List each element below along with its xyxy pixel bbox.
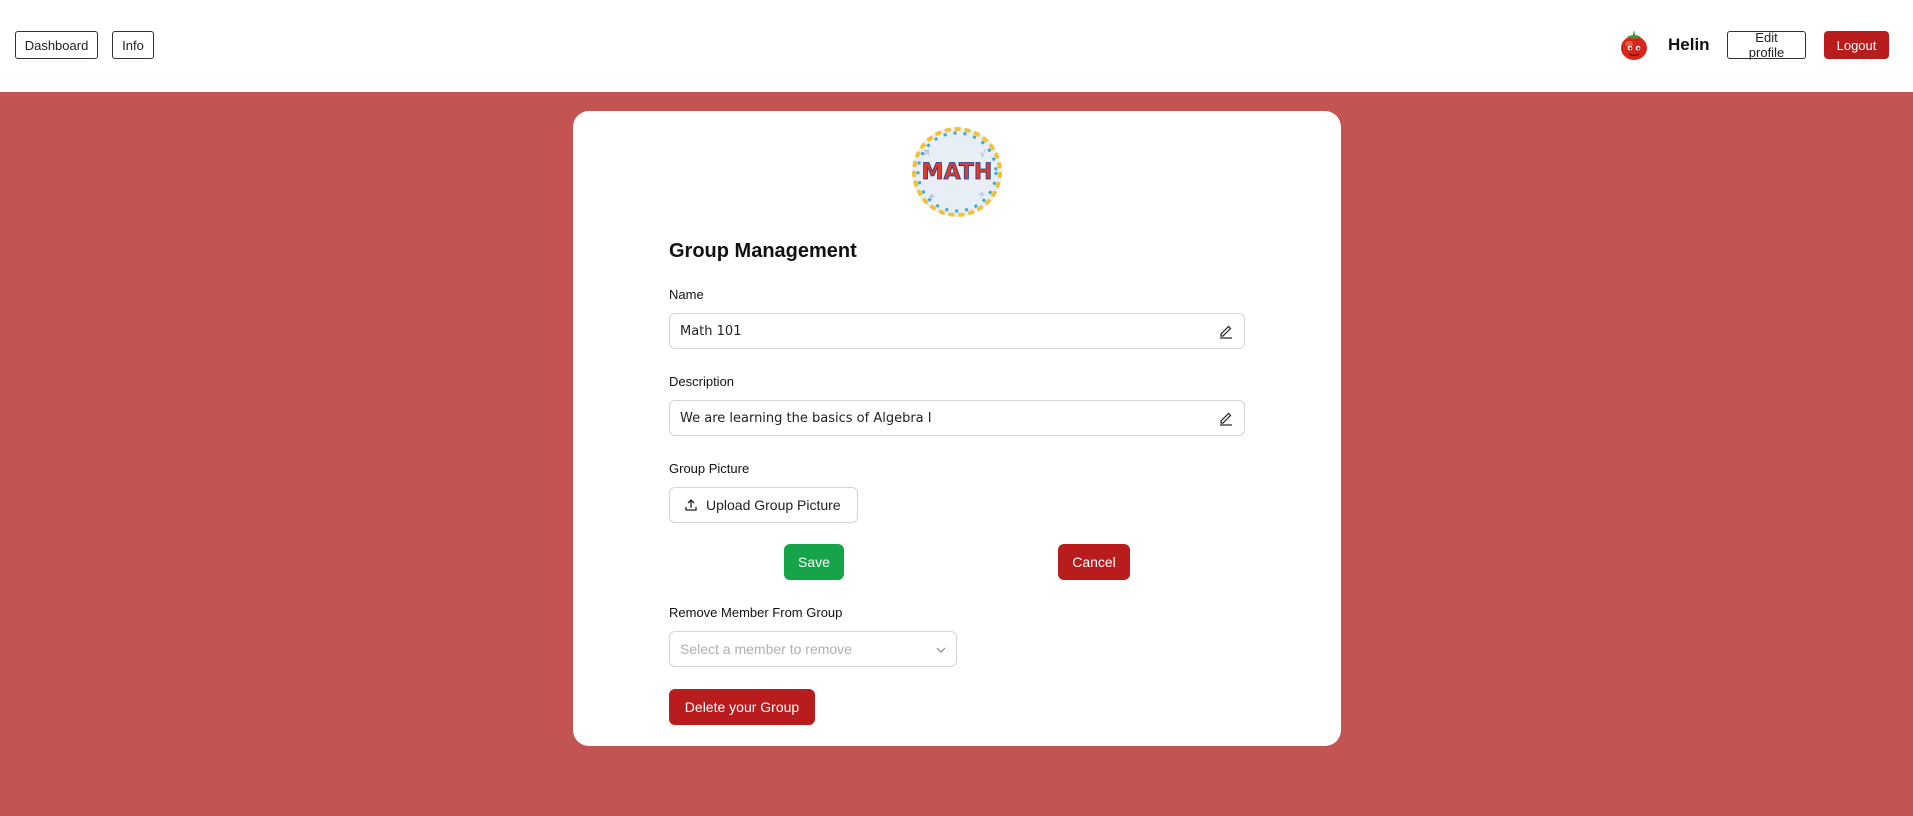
svg-text:+: + <box>928 192 936 202</box>
username: Helin <box>1668 35 1710 54</box>
description-label: Description <box>669 374 735 389</box>
group-description-field[interactable]: We are learning the basics of Algebra I <box>669 400 1245 436</box>
svg-text:π: π <box>924 148 930 158</box>
save-button[interactable]: Save <box>784 544 844 580</box>
info-button[interactable]: Info <box>112 31 154 59</box>
top-navigation-bar: Dashboard Info Helin Edit profile Logout <box>0 0 1913 92</box>
chevron-down-icon <box>936 647 946 653</box>
svg-text:√: √ <box>980 149 986 160</box>
delete-group-button[interactable]: Delete your Group <box>669 689 815 725</box>
page-title: Group Management <box>669 240 857 262</box>
remove-member-select[interactable]: Select a member to remove <box>669 631 957 667</box>
group-name-field[interactable]: Math 101 <box>669 313 1245 349</box>
group-picture-label: Group Picture <box>669 461 750 476</box>
cancel-button[interactable]: Cancel <box>1058 544 1130 580</box>
dashboard-button[interactable]: Dashboard <box>15 31 98 59</box>
svg-text:MATH: MATH <box>922 160 993 185</box>
upload-group-picture-button[interactable]: Upload Group Picture <box>669 487 858 523</box>
edit-icon[interactable] <box>1218 411 1234 427</box>
group-management-card: π √ + ÷ MATH Group Management Name Math … <box>573 111 1341 746</box>
group-name-value: Math 101 <box>680 323 742 339</box>
group-description-value: We are learning the basics of Algebra I <box>680 410 932 426</box>
math-group-picture: π √ + ÷ MATH <box>912 127 1002 217</box>
remove-member-placeholder: Select a member to remove <box>680 641 852 657</box>
svg-text:÷: ÷ <box>978 190 986 200</box>
remove-member-label: Remove Member From Group <box>669 605 843 620</box>
tomato-avatar-icon <box>1617 28 1651 62</box>
edit-profile-button[interactable]: Edit profile <box>1727 30 1806 60</box>
name-label: Name <box>669 287 704 302</box>
upload-label: Upload Group Picture <box>706 497 841 513</box>
edit-icon[interactable] <box>1218 324 1234 340</box>
logout-button[interactable]: Logout <box>1824 31 1889 59</box>
upload-icon <box>685 499 697 511</box>
